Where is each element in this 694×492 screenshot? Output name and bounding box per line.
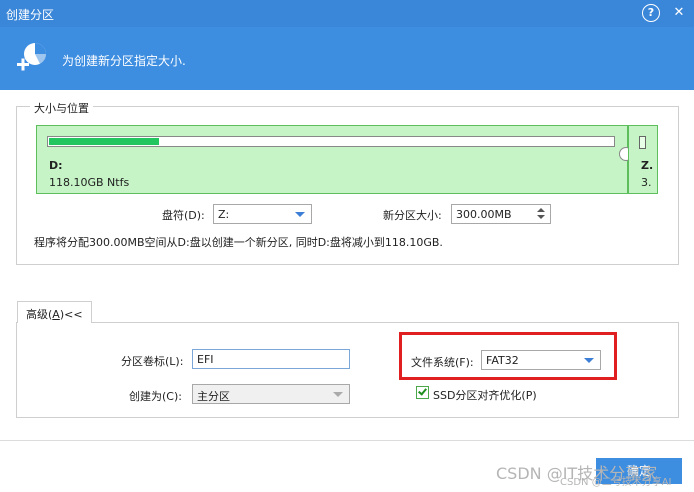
- ssd-align-checkbox[interactable]: [416, 386, 429, 399]
- disk-letter: D:: [49, 159, 63, 172]
- drive-letter-label: 盘符(D):: [162, 209, 205, 222]
- advanced-tab-suffix: )<<: [59, 308, 83, 321]
- create-as-select[interactable]: 主分区: [192, 384, 350, 404]
- watermark-sub: CSDN @二号技术分享AI: [560, 477, 672, 488]
- new-partition-letter: Z.: [641, 159, 654, 172]
- footer-divider: [0, 440, 694, 441]
- close-icon[interactable]: ✕: [670, 4, 688, 22]
- new-size-label: 新分区大小:: [383, 209, 442, 222]
- disk-d-partition[interactable]: D: 118.10GB Ntfs: [36, 125, 628, 194]
- advanced-tab-text: 高级(: [26, 308, 53, 321]
- ssd-align-label[interactable]: SSD分区对齐优化(P): [433, 387, 537, 403]
- allocation-description: 程序将分配300.00MB空间从D:盘以创建一个新分区, 同时D:盘将减小到11…: [34, 236, 443, 249]
- disk-usage-fill: [49, 138, 159, 145]
- partition-wizard-icon: [17, 43, 47, 71]
- title-bar: 创建分区 ? ✕: [0, 0, 694, 27]
- volume-label-value: EFI: [197, 353, 214, 366]
- new-partition-info: 3.: [641, 176, 652, 189]
- volume-label-input[interactable]: EFI: [192, 349, 350, 369]
- new-partition-block[interactable]: Z. 3.: [628, 125, 658, 194]
- create-as-label: 创建为(C):: [129, 390, 182, 403]
- new-partition-usage-bar: [639, 136, 646, 149]
- filesystem-value: FAT32: [486, 354, 519, 367]
- filesystem-label: 文件系统(F):: [411, 356, 474, 369]
- volume-label-label: 分区卷标(L):: [121, 355, 184, 368]
- disk-info: 118.10GB Ntfs: [49, 176, 130, 189]
- wizard-header: 为创建新分区指定大小.: [0, 27, 694, 90]
- size-position-legend: 大小与位置: [30, 100, 93, 116]
- new-size-value: 300.00MB: [456, 208, 512, 221]
- drive-letter-value: Z:: [218, 208, 230, 221]
- help-icon[interactable]: ?: [642, 4, 660, 22]
- drive-letter-select[interactable]: Z:: [213, 204, 312, 224]
- create-as-value: 主分区: [197, 390, 230, 403]
- advanced-tab-hotkey: A: [52, 308, 60, 321]
- chevron-down-icon: [295, 212, 305, 217]
- header-text: 为创建新分区指定大小.: [62, 54, 186, 68]
- advanced-toggle-tab[interactable]: 高级(A)<<: [17, 301, 92, 323]
- chevron-down-icon: [584, 358, 594, 363]
- window-title: 创建分区: [6, 8, 55, 22]
- spin-down-icon[interactable]: [537, 215, 545, 219]
- chevron-down-icon: [333, 392, 343, 397]
- filesystem-select[interactable]: FAT32: [481, 350, 601, 370]
- new-size-stepper[interactable]: 300.00MB: [451, 204, 551, 224]
- disk-usage-bar: [47, 136, 615, 147]
- spin-up-icon[interactable]: [537, 208, 545, 212]
- checkmark-icon: [418, 386, 427, 396]
